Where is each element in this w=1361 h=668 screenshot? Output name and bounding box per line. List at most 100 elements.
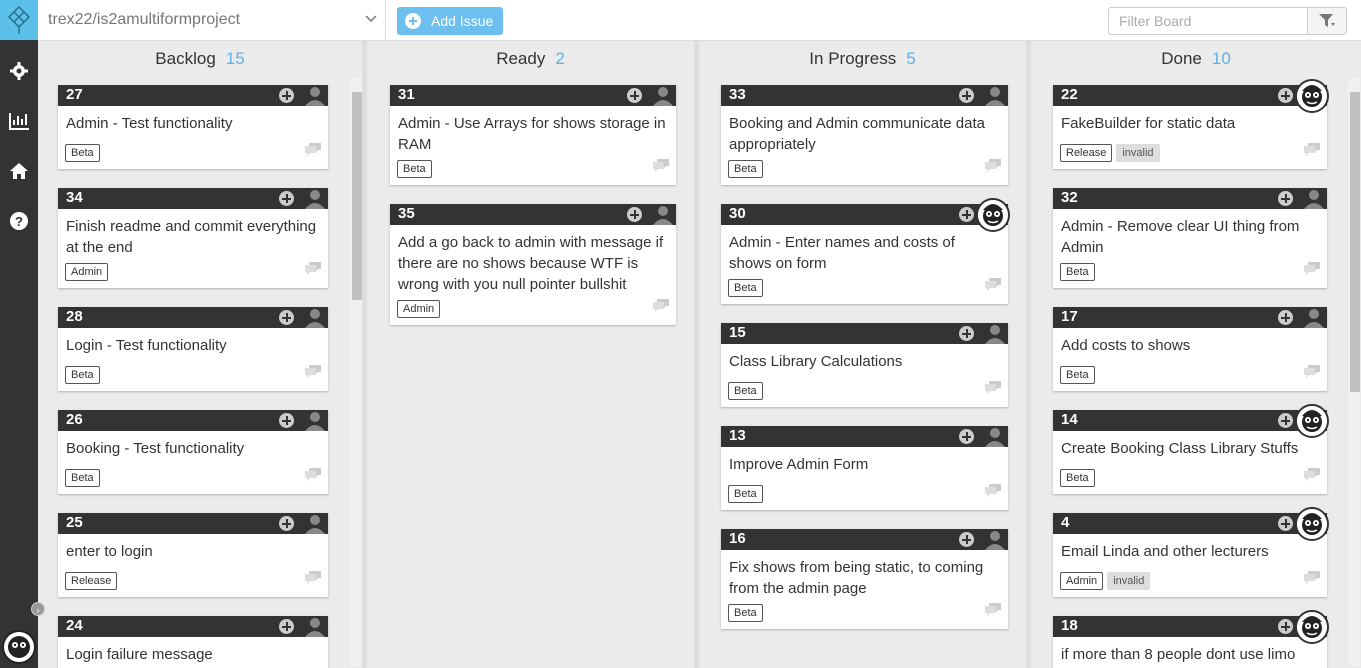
issue-number[interactable]: 24 — [66, 617, 83, 634]
add-subtask-icon[interactable] — [1278, 516, 1293, 531]
issue-card[interactable]: 30 Admin - Enter names and costs of shows… — [721, 198, 1010, 304]
issue-number[interactable]: 33 — [729, 86, 746, 103]
issue-label[interactable]: Admin — [65, 263, 109, 281]
issue-title[interactable]: Class Library Calculations — [721, 344, 1008, 372]
issue-title[interactable]: Admin - Remove clear UI thing from Admin — [1053, 209, 1327, 258]
issue-label[interactable]: Beta — [1060, 469, 1095, 487]
add-subtask-icon[interactable] — [959, 326, 974, 341]
unassigned-user-icon[interactable] — [652, 205, 674, 225]
unassigned-user-icon[interactable] — [652, 86, 674, 106]
issue-title[interactable]: Booking - Test functionality — [58, 431, 328, 459]
add-subtask-icon[interactable] — [1278, 619, 1293, 634]
assignee-avatar[interactable] — [1295, 79, 1329, 113]
issue-card[interactable]: 15 Class Library Calculations Beta — [721, 323, 1008, 407]
issue-label[interactable]: Beta — [1060, 366, 1095, 384]
issue-label[interactable]: invalid — [1107, 572, 1151, 590]
issue-number[interactable]: 4 — [1061, 514, 1069, 531]
issue-title[interactable]: Add a go back to admin with message if t… — [390, 225, 676, 295]
comments-icon[interactable] — [305, 468, 321, 486]
comments-icon[interactable] — [985, 278, 1001, 296]
comments-icon[interactable] — [985, 159, 1001, 177]
issue-label[interactable]: Admin — [1060, 572, 1104, 590]
help-icon[interactable]: ? — [0, 206, 38, 236]
issue-number[interactable]: 17 — [1061, 308, 1078, 325]
issue-title[interactable]: Booking and Admin communicate data appro… — [721, 106, 1008, 155]
issue-number[interactable]: 18 — [1061, 617, 1078, 634]
unassigned-user-icon[interactable] — [984, 86, 1006, 106]
assignee-avatar[interactable] — [1295, 610, 1329, 644]
done-scrollbar[interactable] — [1348, 78, 1360, 666]
issue-card[interactable]: 16 Fix shows from being static, to coming… — [721, 529, 1008, 629]
issue-card[interactable]: 34 Finish readme and commit everything at… — [58, 188, 328, 288]
issue-label[interactable]: Release — [1060, 144, 1113, 162]
add-subtask-icon[interactable] — [1278, 88, 1293, 103]
issue-number[interactable]: 34 — [66, 189, 83, 206]
comments-icon[interactable] — [653, 299, 669, 317]
comments-icon[interactable] — [305, 262, 321, 280]
comments-icon[interactable] — [1304, 262, 1320, 280]
assignee-avatar[interactable] — [1295, 404, 1329, 438]
assignee-avatar[interactable] — [1295, 507, 1329, 541]
issue-label[interactable]: invalid — [1116, 144, 1160, 162]
issue-number[interactable]: 15 — [729, 324, 746, 341]
add-subtask-icon[interactable] — [959, 532, 974, 547]
add-subtask-icon[interactable] — [279, 413, 294, 428]
add-subtask-icon[interactable] — [279, 88, 294, 103]
backlog-scrollbar[interactable] — [350, 78, 362, 666]
comments-icon[interactable] — [653, 159, 669, 177]
issue-number[interactable]: 16 — [729, 530, 746, 547]
add-subtask-icon[interactable] — [959, 88, 974, 103]
filter-button[interactable] — [1307, 7, 1347, 35]
issue-number[interactable]: 30 — [729, 205, 746, 222]
unassigned-user-icon[interactable] — [304, 308, 326, 328]
issue-card[interactable]: 25 enter to login Release — [58, 513, 328, 597]
issue-label[interactable]: Beta — [728, 160, 763, 178]
issue-label[interactable]: Beta — [1060, 263, 1095, 281]
add-issue-button[interactable]: Add Issue — [397, 7, 503, 35]
issue-label[interactable]: Admin — [397, 300, 441, 318]
issue-number[interactable]: 32 — [1061, 189, 1078, 206]
issue-title[interactable]: FakeBuilder for static data — [1053, 106, 1327, 134]
issue-label[interactable]: Beta — [728, 279, 763, 297]
comments-icon[interactable] — [985, 484, 1001, 502]
add-subtask-icon[interactable] — [1278, 191, 1293, 206]
filter-board-input[interactable] — [1108, 7, 1308, 35]
comments-icon[interactable] — [305, 365, 321, 383]
issue-label[interactable]: Beta — [728, 485, 763, 503]
unassigned-user-icon[interactable] — [304, 617, 326, 637]
issue-number[interactable]: 27 — [66, 86, 83, 103]
issue-title[interactable]: Fix shows from being static, to coming f… — [721, 550, 1008, 599]
unassigned-user-icon[interactable] — [304, 189, 326, 209]
issue-title[interactable]: Admin - Enter names and costs of shows o… — [721, 225, 1008, 274]
issue-card[interactable]: 17 Add costs to shows Beta — [1053, 307, 1327, 391]
issue-title[interactable]: Login - Test functionality — [58, 328, 328, 356]
issue-card[interactable]: 24 Login failure message — [58, 616, 328, 668]
issue-label[interactable]: Beta — [728, 604, 763, 622]
unassigned-user-icon[interactable] — [984, 427, 1006, 447]
repo-selector[interactable]: trex22/is2amultiformproject — [38, 0, 386, 40]
comments-icon[interactable] — [985, 603, 1001, 621]
comments-icon[interactable] — [985, 381, 1001, 399]
unassigned-user-icon[interactable] — [304, 86, 326, 106]
issue-card[interactable]: 31 Admin - Use Arrays for shows storage i… — [390, 85, 676, 185]
issue-label[interactable]: Beta — [65, 469, 100, 487]
unassigned-user-icon[interactable] — [304, 411, 326, 431]
issue-label[interactable]: Beta — [728, 382, 763, 400]
issue-label[interactable]: Beta — [65, 366, 100, 384]
add-subtask-icon[interactable] — [1278, 310, 1293, 325]
add-subtask-icon[interactable] — [959, 207, 974, 222]
issue-title[interactable]: if more than 8 people dont use limo — [1053, 637, 1327, 665]
comments-icon[interactable] — [305, 571, 321, 589]
issue-number[interactable]: 28 — [66, 308, 83, 325]
issue-card[interactable]: 33 Booking and Admin communicate data app… — [721, 85, 1008, 185]
unassigned-user-icon[interactable] — [984, 324, 1006, 344]
issue-card[interactable]: 28 Login - Test functionality Beta — [58, 307, 328, 391]
add-subtask-icon[interactable] — [279, 191, 294, 206]
gear-icon[interactable] — [0, 56, 38, 86]
issue-title[interactable]: Improve Admin Form — [721, 447, 1008, 475]
app-logo[interactable] — [0, 0, 38, 40]
issue-number[interactable]: 13 — [729, 427, 746, 444]
issue-card[interactable]: 4 Email Linda and other lecturers Admin inv… — [1053, 507, 1329, 597]
issue-label[interactable]: Beta — [65, 144, 100, 162]
issue-title[interactable]: Admin - Use Arrays for shows storage in … — [390, 106, 676, 155]
